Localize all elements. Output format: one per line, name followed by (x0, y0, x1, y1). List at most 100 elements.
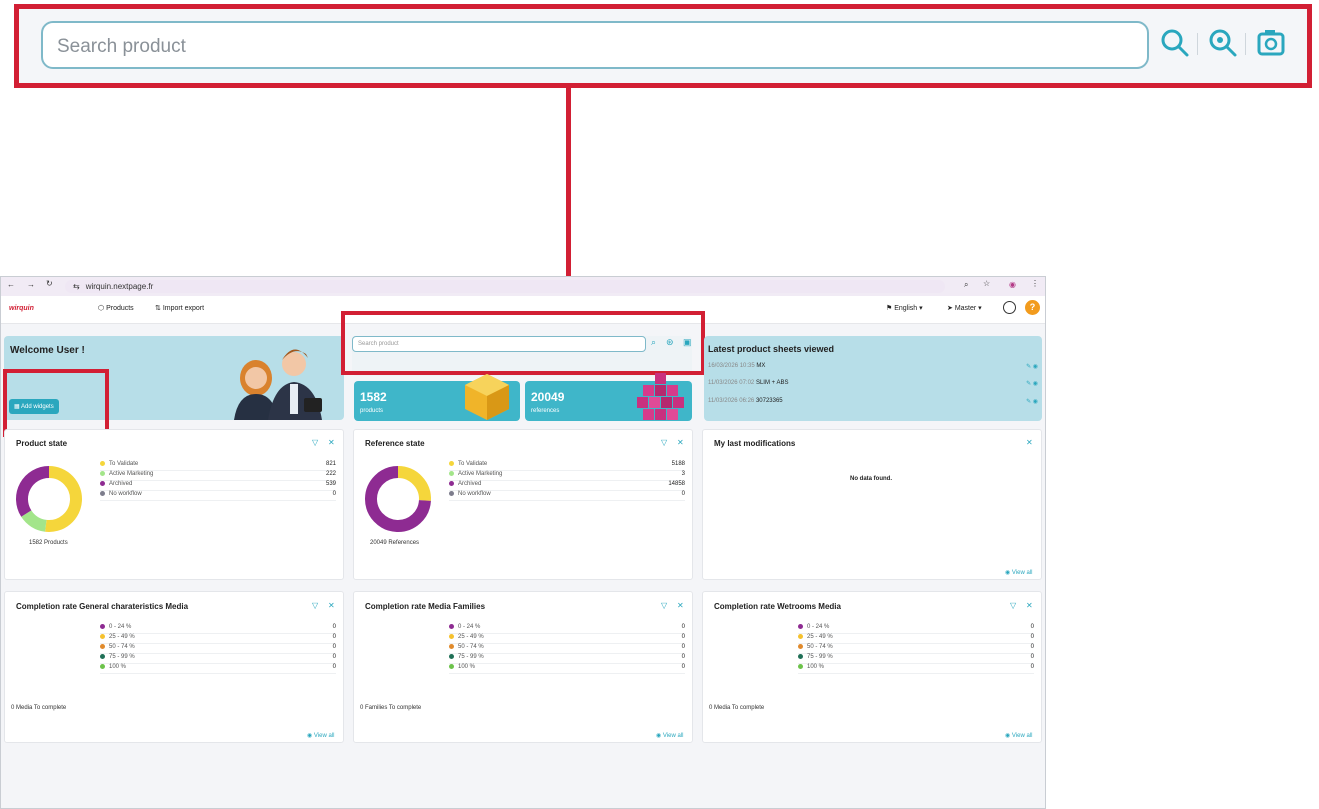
flag-icon: ⚑ (886, 305, 895, 312)
products-count: 1582 (360, 390, 387, 404)
close-icon[interactable]: ✕ (328, 438, 335, 447)
completion-families-widget: Completion rate Media Families ▽ ✕ 0 - 2… (353, 591, 693, 743)
widget-footer: 0 Media To complete (709, 705, 765, 711)
legend-label: 75 - 99 % (109, 654, 135, 661)
last-modifications-widget: My last modifications ✕ No data found. ◉… (702, 429, 1042, 580)
legend-dot (798, 664, 803, 669)
references-stat-card[interactable]: 20049 references (525, 373, 692, 421)
legend-row: Active Marketing 222 (100, 471, 336, 481)
products-stat-card[interactable]: 1582 products (354, 374, 520, 421)
close-icon[interactable]: ✕ (1026, 601, 1033, 610)
legend-label: 75 - 99 % (458, 654, 484, 661)
filter-icon[interactable]: ▽ (661, 601, 667, 610)
filter-icon[interactable]: ▽ (661, 438, 667, 447)
legend-dot (100, 624, 105, 629)
legend-row: 75 - 99 % 0 (449, 654, 685, 664)
reference-state-donut (365, 466, 431, 532)
image-search-icon[interactable] (1255, 27, 1287, 59)
legend-label: 50 - 74 % (109, 644, 135, 651)
edit-icon[interactable]: ✎ ◉ (1026, 380, 1038, 387)
search-highlight (341, 311, 705, 375)
donut-slice-active-marketing (21, 509, 47, 532)
nav-products[interactable]: ⬡ Products (98, 304, 134, 312)
widget-title: Reference state (365, 439, 425, 448)
view-all-link[interactable]: ◉ View all (307, 732, 334, 739)
user-avatar-icon[interactable] (1003, 301, 1016, 314)
legend-label: 50 - 74 % (807, 644, 833, 651)
legend-value: 0 (1030, 634, 1034, 640)
legend-dot (100, 644, 105, 649)
legend-row: 25 - 49 % 0 (449, 634, 685, 644)
help-icon[interactable]: ? (1025, 300, 1040, 315)
site-settings-icon[interactable]: ⇆ (73, 282, 80, 291)
legend-value: 0 (681, 624, 685, 630)
legend-label: 100 % (458, 664, 476, 671)
close-icon[interactable]: ✕ (677, 601, 684, 610)
close-icon[interactable]: ✕ (677, 438, 684, 447)
legend-row: Archived 14858 (449, 481, 685, 491)
legend-dot (100, 491, 105, 496)
search-input-zoomed[interactable]: Search product (41, 21, 1149, 69)
language-select[interactable]: ⚑ English ▾ (886, 304, 923, 312)
latest-item[interactable]: 16/03/2026 10:35 MX ✎ ◉ (708, 363, 1038, 375)
menu-icon[interactable]: ⋮ (1031, 279, 1039, 288)
browser-screenshot: ← → ↻ ⇆ wirquin.nextpage.fr ⌕ ☆ ◉ ⋮ wirqu… (0, 276, 1046, 809)
legend-row: 50 - 74 % 0 (449, 644, 685, 654)
profile-icon[interactable]: ◉ (1009, 280, 1016, 289)
zoom-icon[interactable]: ⌕ (964, 280, 968, 290)
bookmark-star-icon[interactable]: ☆ (983, 279, 990, 288)
view-all-link[interactable]: ◉ View all (656, 732, 683, 739)
navigation-icon: ➤ (947, 305, 955, 312)
legend-value: 0 (332, 634, 336, 640)
close-icon[interactable]: ✕ (1026, 438, 1033, 447)
import-export-icon: ⇅ (155, 305, 163, 312)
filter-icon[interactable]: ▽ (312, 601, 318, 610)
back-icon[interactable]: ← (7, 280, 15, 289)
legend-dot (449, 654, 454, 659)
logo[interactable]: wirquin (9, 305, 34, 312)
widget-title: Product state (16, 439, 68, 448)
close-icon[interactable]: ✕ (328, 601, 335, 610)
filter-icon[interactable]: ▽ (312, 438, 318, 447)
view-all-link[interactable]: ◉ View all (1005, 569, 1032, 576)
product-state-donut (16, 466, 82, 532)
edit-icon[interactable]: ✎ ◉ (1026, 398, 1038, 405)
legend-value: 0 (681, 634, 685, 640)
legend-row: 25 - 49 % 0 (798, 634, 1034, 644)
empty-message: No data found. (850, 476, 892, 482)
legend-value: 0 (1030, 624, 1034, 630)
legend-label: 0 - 24 % (458, 624, 481, 631)
reference-state-widget: Reference state ▽ ✕ 20049 References To … (353, 429, 693, 580)
box-icon (465, 374, 509, 420)
legend-row: 100 % 0 (100, 664, 336, 674)
advanced-search-icon[interactable] (1207, 27, 1239, 59)
catalog-select[interactable]: ➤ Master ▾ (947, 304, 982, 312)
legend-label: 25 - 49 % (458, 634, 484, 641)
address-bar[interactable]: ⇆ wirquin.nextpage.fr (65, 280, 945, 293)
donut-slice-to-validate (45, 466, 82, 532)
nav-import-export[interactable]: ⇅ Import export (155, 304, 204, 312)
eye-icon: ◉ (1005, 733, 1012, 739)
product-state-widget: Product state ▽ ✕ 1582 Products To Valid… (4, 429, 344, 580)
view-all-link[interactable]: ◉ View all (1005, 732, 1032, 739)
legend-dot (100, 664, 105, 669)
legend-label: 25 - 49 % (807, 634, 833, 641)
legend-dot (449, 461, 454, 466)
legend-dot (100, 481, 105, 486)
edit-icon[interactable]: ✎ ◉ (1026, 363, 1038, 370)
legend-row: Active Marketing 3 (449, 471, 685, 481)
forward-icon[interactable]: → (27, 280, 35, 289)
legend-label: 0 - 24 % (807, 624, 830, 631)
references-count: 20049 (531, 390, 565, 404)
filter-icon[interactable]: ▽ (1010, 601, 1016, 610)
legend-dot (100, 461, 105, 466)
welcome-title: Welcome User ! (10, 345, 85, 356)
donut-total: 20049 References (370, 540, 420, 546)
add-widgets-button[interactable]: ▦ Add widgets (9, 399, 59, 414)
latest-item[interactable]: 11/03/2026 06:26 30723365 ✎ ◉ (708, 398, 1038, 410)
search-icon[interactable] (1159, 27, 1191, 59)
widget-footer: 0 Media To complete (11, 705, 67, 711)
latest-item[interactable]: 11/03/2026 07:02 SLIM + ABS ✎ ◉ (708, 380, 1038, 392)
reload-icon[interactable]: ↻ (46, 279, 53, 288)
legend-dot (449, 624, 454, 629)
